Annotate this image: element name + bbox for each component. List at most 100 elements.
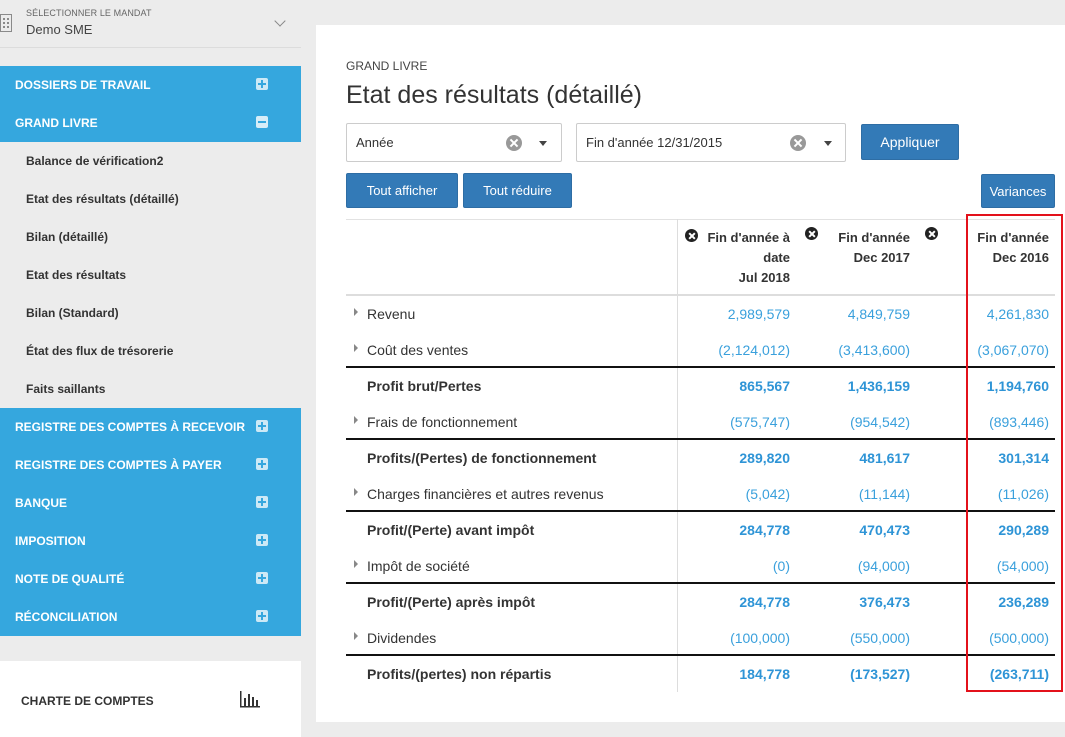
sidebar-item-label: Etat des résultats (détaillé)	[26, 192, 179, 206]
sidebar-item[interactable]: Balance de vérification2	[0, 142, 301, 180]
row-value[interactable]: (2,124,012)	[670, 342, 790, 358]
collapse-icon[interactable]	[256, 116, 268, 128]
breadcrumb[interactable]: GRAND LIVRE	[346, 59, 427, 73]
row-value[interactable]: (575,747)	[670, 414, 790, 430]
row-value[interactable]: 2,989,579	[670, 306, 790, 322]
collapse-all-button[interactable]: Tout réduire	[463, 173, 572, 208]
expand-arrow-icon[interactable]	[354, 560, 358, 568]
row-value[interactable]: (550,000)	[790, 630, 910, 646]
sidebar-section[interactable]: NOTE DE QUALITÉ	[0, 560, 301, 598]
bar-chart-icon[interactable]	[239, 691, 260, 708]
row-value[interactable]: (100,000)	[670, 630, 790, 646]
column-header-2017: Fin d'année Dec 2017	[816, 228, 910, 268]
sidebar-section[interactable]: DOSSIERS DE TRAVAIL	[0, 66, 301, 104]
row-value[interactable]: 481,617	[790, 450, 910, 466]
period-select-value: Année	[356, 135, 394, 150]
expand-arrow-icon[interactable]	[354, 344, 358, 352]
sidebar-item-label: REGISTRE DES COMPTES À RECEVOIR	[15, 420, 246, 434]
expand-icon[interactable]	[256, 534, 268, 546]
row-value[interactable]: 470,473	[790, 522, 910, 538]
variances-button[interactable]: Variances	[981, 174, 1055, 208]
mandate-selector[interactable]: SÉLECTIONNER LE MANDAT Demo SME	[0, 0, 301, 48]
mandate-label: SÉLECTIONNER LE MANDAT	[26, 8, 152, 18]
row-label: Profit/(Perte) avant impôt	[367, 522, 535, 538]
row-value[interactable]: 376,473	[790, 594, 910, 610]
table-row[interactable]: Charges financières et autres revenus (5,…	[346, 476, 1055, 512]
expand-icon[interactable]	[256, 78, 268, 90]
expand-all-button[interactable]: Tout afficher	[346, 173, 458, 208]
expand-icon[interactable]	[256, 458, 268, 470]
sidebar-item[interactable]: Bilan (détaillé)	[0, 218, 301, 256]
sidebar-item-label: Faits saillants	[26, 382, 106, 396]
clear-icon[interactable]	[506, 135, 522, 151]
sidebar-section[interactable]: RÉCONCILIATION	[0, 598, 301, 636]
row-value[interactable]: (5,042)	[670, 486, 790, 502]
sidebar-item-label: Bilan (détaillé)	[26, 230, 109, 244]
remove-column-icon[interactable]	[925, 227, 938, 240]
row-value[interactable]: (0)	[670, 558, 790, 574]
row-label: Profit brut/Pertes	[367, 378, 482, 394]
table-row[interactable]: Impôt de société (0) (94,000) (54,000)	[346, 548, 1055, 584]
table-top-border	[346, 219, 1055, 220]
sidebar-section[interactable]: REGISTRE DES COMPTES À RECEVOIR	[0, 408, 301, 446]
row-value[interactable]: (11,144)	[790, 486, 910, 502]
row-value[interactable]: (3,413,600)	[790, 342, 910, 358]
row-value[interactable]: 865,567	[670, 378, 790, 394]
expand-icon[interactable]	[256, 572, 268, 584]
row-value[interactable]: 284,778	[670, 594, 790, 610]
row-value[interactable]: 184,778	[670, 666, 790, 682]
sidebar-section[interactable]: GRAND LIVRE	[0, 104, 301, 142]
table-row: Profits/(Pertes) de fonctionnement 289,82…	[346, 438, 1055, 476]
sidebar-item[interactable]: Etat des résultats	[0, 256, 301, 294]
sidebar-item-label: GRAND LIVRE	[15, 116, 98, 130]
chevron-down-icon[interactable]	[274, 15, 286, 27]
expand-arrow-icon[interactable]	[354, 488, 358, 496]
clear-icon[interactable]	[790, 135, 806, 151]
sidebar-item-label: DOSSIERS DE TRAVAIL	[15, 78, 151, 92]
sidebar-item[interactable]: Bilan (Standard)	[0, 294, 301, 332]
expand-arrow-icon[interactable]	[354, 416, 358, 424]
row-value[interactable]: 1,436,159	[790, 378, 910, 394]
building-icon	[0, 14, 12, 32]
row-value[interactable]: (954,542)	[790, 414, 910, 430]
row-value[interactable]: 289,820	[670, 450, 790, 466]
expand-icon[interactable]	[256, 610, 268, 622]
table-row: Profit/(Perte) après impôt 284,778 376,473…	[346, 582, 1055, 620]
caret-down-icon[interactable]	[824, 141, 832, 146]
sidebar-item[interactable]: État des flux de trésorerie	[0, 332, 301, 370]
main-panel: GRAND LIVRE Etat des résultats (détaillé…	[316, 25, 1065, 722]
table-row[interactable]: Frais de fonctionnement (575,747) (954,542…	[346, 404, 1055, 440]
row-label: Coût des ventes	[367, 342, 469, 358]
row-label: Frais de fonctionnement	[367, 414, 518, 430]
table-row: Profits/(pertes) non répartis 184,778 (173…	[346, 654, 1055, 692]
column-header-line: Dec 2017	[853, 250, 910, 265]
row-label: Profit/(Perte) après impôt	[367, 594, 536, 610]
date-select[interactable]: Fin d'année 12/31/2015	[576, 123, 846, 162]
row-value[interactable]: (94,000)	[790, 558, 910, 574]
expand-icon[interactable]	[256, 420, 268, 432]
row-value[interactable]: 4,849,759	[790, 306, 910, 322]
period-select[interactable]: Année	[346, 123, 562, 162]
expand-arrow-icon[interactable]	[354, 308, 358, 316]
caret-down-icon[interactable]	[539, 141, 547, 146]
sidebar-item-label: BANQUE	[15, 496, 68, 510]
row-value[interactable]: (173,527)	[790, 666, 910, 682]
date-select-value: Fin d'année 12/31/2015	[586, 135, 723, 150]
table-row[interactable]: Revenu 2,989,579 4,849,759 4,261,830	[346, 296, 1055, 332]
sidebar-section[interactable]: BANQUE	[0, 484, 301, 522]
row-label: Impôt de société	[367, 558, 470, 574]
sidebar-item[interactable]: Etat des résultats (détaillé)	[0, 180, 301, 218]
page-title: Etat des résultats (détaillé)	[346, 81, 642, 109]
expand-icon[interactable]	[256, 496, 268, 508]
row-value[interactable]: 284,778	[670, 522, 790, 538]
sidebar-item[interactable]: Faits saillants	[0, 370, 301, 408]
table-row[interactable]: Dividendes (100,000) (550,000) (500,000)	[346, 620, 1055, 656]
table-row[interactable]: Coût des ventes (2,124,012) (3,413,600) (3,…	[346, 332, 1055, 368]
sidebar-item-label: NOTE DE QUALITÉ	[15, 572, 125, 586]
sidebar-section[interactable]: REGISTRE DES COMPTES À PAYER	[0, 446, 301, 484]
sidebar-item-label: REGISTRE DES COMPTES À PAYER	[15, 458, 222, 472]
table-row: Profit/(Perte) avant impôt 284,778 470,473…	[346, 510, 1055, 548]
expand-arrow-icon[interactable]	[354, 632, 358, 640]
apply-button[interactable]: Appliquer	[861, 124, 959, 160]
sidebar-section[interactable]: IMPOSITION	[0, 522, 301, 560]
